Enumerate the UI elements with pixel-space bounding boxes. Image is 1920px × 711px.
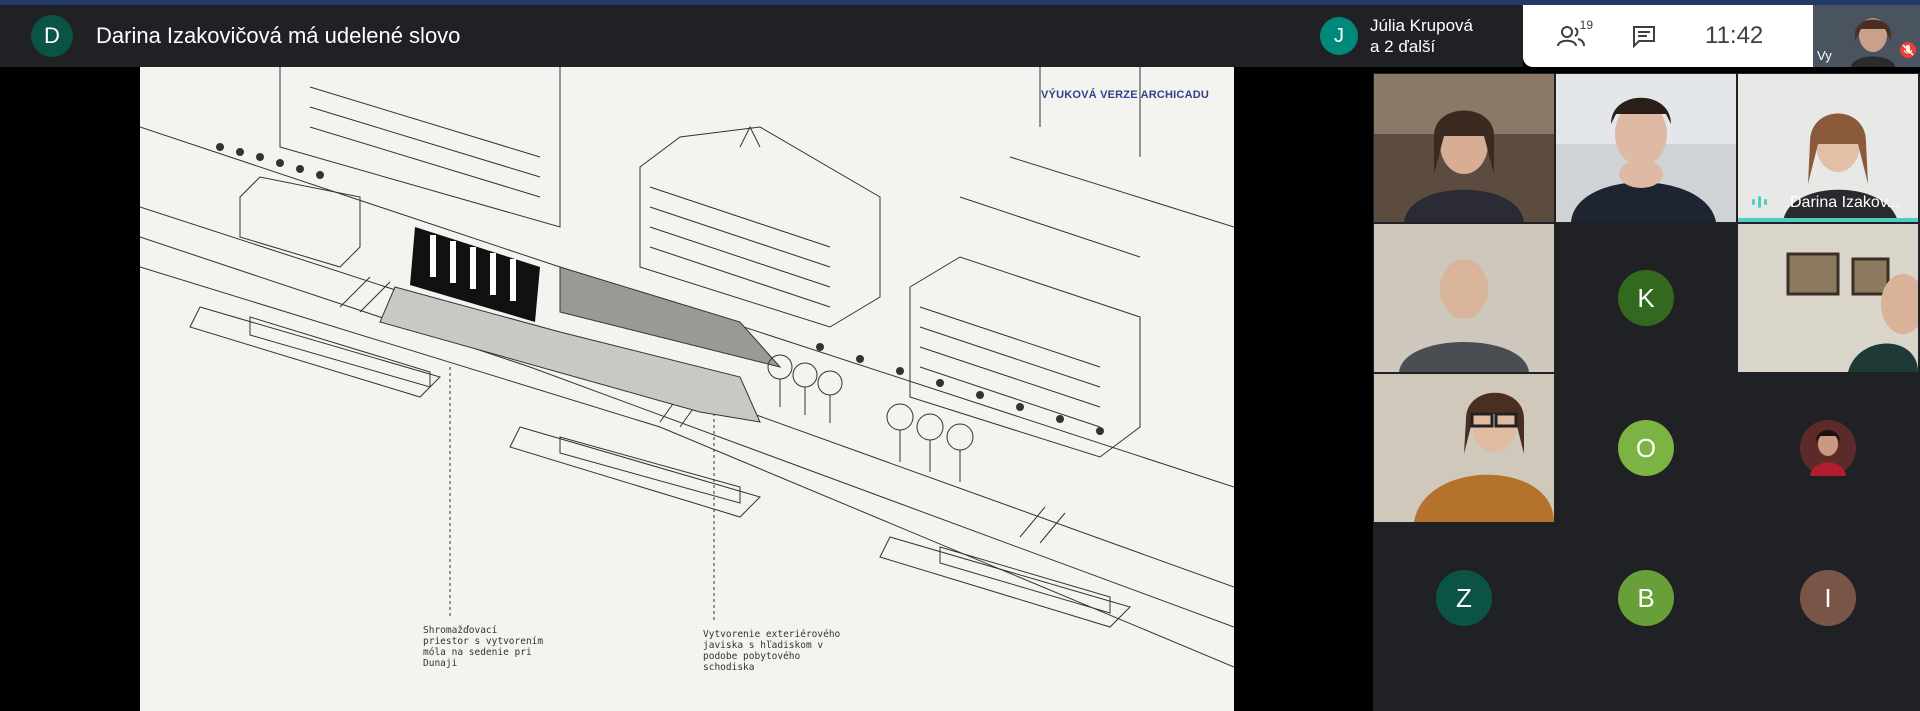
participant-tile[interactable] (1738, 224, 1918, 372)
participant-others: a 2 ďalší (1370, 37, 1436, 56)
mic-off-icon (1900, 42, 1916, 63)
participant-avatar: Z (1436, 570, 1492, 626)
speaking-indicator-icon (1752, 196, 1767, 208)
participant-names: Júlia Krupová a 2 ďalší (1370, 15, 1473, 57)
participant-tile[interactable] (1556, 74, 1736, 222)
participant-tile[interactable]: K (1556, 224, 1736, 372)
presentation-stage: VÝUKOVÁ VERZE ARCHICADU Shromažďovací pr… (0, 67, 1373, 711)
participant-video (1374, 74, 1554, 222)
participant-avatar: B (1618, 570, 1674, 626)
participant-avatar: K (1618, 270, 1674, 326)
participant-tile[interactable]: I (1738, 524, 1918, 672)
people-count: 19 (1579, 18, 1593, 32)
participant-avatar: J (1320, 17, 1358, 55)
presenter-avatar: D (31, 15, 73, 57)
participant-tile[interactable]: Z (1374, 524, 1554, 672)
participant-tile-speaking[interactable]: Darina Izakov... (1738, 74, 1918, 222)
participant-video (1374, 374, 1554, 522)
participant-tile[interactable]: O (1556, 374, 1736, 522)
other-presenters-chip[interactable]: J Júlia Krupová a 2 ďalší (1310, 5, 1523, 67)
self-label: Vy (1817, 48, 1832, 63)
archicad-watermark: VÝUKOVÁ VERZE ARCHICADU (1041, 89, 1209, 101)
participant-photo-avatar (1800, 420, 1856, 476)
participant-video (1556, 74, 1736, 222)
annotation-gathering-space: Shromažďovací priestor s vytvorením móla… (423, 625, 544, 669)
participant-video (1738, 224, 1918, 372)
self-video-tile[interactable]: Vy (1813, 5, 1920, 67)
annotation-stage: Vytvorenie exteriérového javiska s hľadi… (703, 629, 841, 673)
participant-tile[interactable]: B (1556, 524, 1736, 672)
participant-video (1374, 224, 1554, 372)
speaking-highlight (1738, 218, 1918, 222)
participant-name: Darina Izakov... (1790, 194, 1900, 211)
participant-grid: Darina Izakov... K O Z B I (1373, 73, 1920, 711)
participant-name: Júlia Krupová (1370, 16, 1474, 35)
chat-button[interactable] (1624, 16, 1664, 56)
architectural-drawing (140, 67, 1234, 668)
participant-avatar: O (1618, 420, 1674, 476)
participant-tile[interactable] (1374, 374, 1554, 522)
chat-icon (1633, 26, 1655, 48)
meeting-controls: 19 11:42 (1523, 5, 1813, 67)
presenter-title: Darina Izakovičová má udelené slovo (96, 23, 461, 48)
meeting-clock: 11:42 (1705, 22, 1764, 49)
participant-tile[interactable] (1738, 374, 1918, 522)
participant-avatar: I (1800, 570, 1856, 626)
presentation-slide: VÝUKOVÁ VERZE ARCHICADU Shromažďovací pr… (140, 67, 1234, 711)
presenter-bar: D Darina Izakovičová má udelené slovo (0, 5, 1310, 67)
people-button[interactable]: 19 (1551, 16, 1593, 56)
participant-tile[interactable] (1374, 224, 1554, 372)
participant-tile[interactable] (1374, 74, 1554, 222)
